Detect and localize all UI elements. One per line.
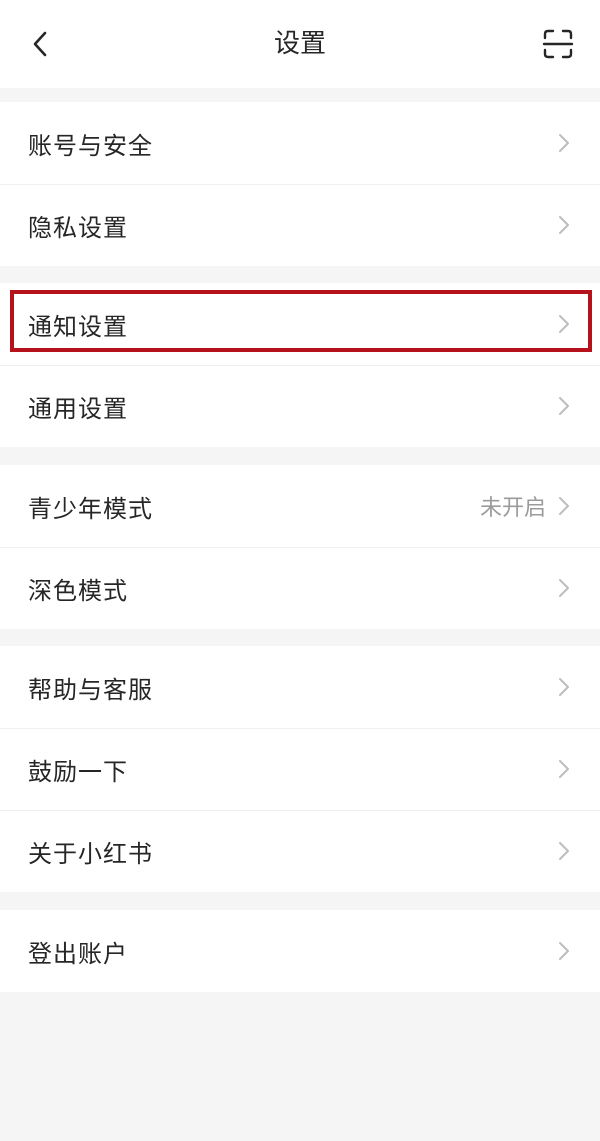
settings-group-logout: 登出账户 [0, 910, 600, 992]
settings-item-label: 通知设置 [28, 312, 128, 341]
settings-group-modes: 青少年模式 未开启 深色模式 [0, 465, 600, 629]
chevron-right-icon [556, 494, 572, 518]
settings-item-label: 鼓励一下 [28, 757, 128, 786]
settings-item-general[interactable]: 通用设置 [0, 365, 600, 447]
page-title: 设置 [273, 29, 326, 59]
settings-item-label: 关于小红书 [28, 839, 153, 868]
settings-item-privacy[interactable]: 隐私设置 [0, 184, 600, 266]
chevron-right-icon [556, 839, 572, 863]
chevron-right-icon [556, 131, 572, 155]
settings-item-label: 隐私设置 [28, 213, 128, 242]
settings-item-label: 通用设置 [28, 394, 128, 423]
scan-button[interactable] [540, 26, 576, 62]
chevron-right-icon [556, 312, 572, 336]
settings-group-notifications: 通知设置 通用设置 [0, 283, 600, 447]
settings-item-teen-mode[interactable]: 青少年模式 未开启 [0, 465, 600, 547]
top-bar: 设置 [0, 0, 600, 88]
settings-item-encourage[interactable]: 鼓励一下 [0, 728, 600, 810]
settings-item-dark-mode[interactable]: 深色模式 [0, 547, 600, 629]
chevron-right-icon [556, 576, 572, 600]
settings-item-logout[interactable]: 登出账户 [0, 910, 600, 992]
chevron-right-icon [556, 939, 572, 963]
teen-mode-status: 未开启 [479, 496, 546, 521]
settings-item-help[interactable]: 帮助与客服 [0, 646, 600, 728]
settings-item-account-security[interactable]: 账号与安全 [0, 102, 600, 184]
settings-group-account: 账号与安全 隐私设置 [0, 102, 600, 266]
settings-item-label: 帮助与客服 [28, 675, 153, 704]
settings-item-notifications[interactable]: 通知设置 [0, 283, 600, 365]
settings-item-label: 青少年模式 [28, 494, 153, 523]
settings-item-label: 登出账户 [28, 939, 128, 968]
chevron-right-icon [556, 213, 572, 237]
chevron-right-icon [556, 394, 572, 418]
chevron-right-icon [556, 675, 572, 699]
settings-item-about[interactable]: 关于小红书 [0, 810, 600, 892]
settings-item-label: 深色模式 [28, 576, 128, 605]
scan-icon [542, 29, 574, 59]
settings-group-support: 帮助与客服 鼓励一下 关于小红书 [0, 646, 600, 892]
chevron-right-icon [556, 757, 572, 781]
settings-item-label: 账号与安全 [28, 131, 153, 160]
